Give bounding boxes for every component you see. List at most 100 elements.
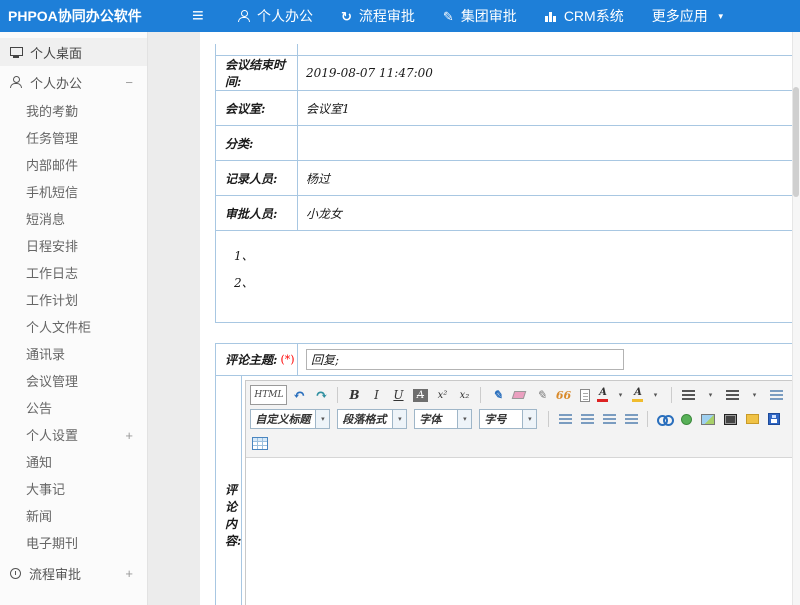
sidebar-item-work-log[interactable]: 工作日志 xyxy=(0,260,147,287)
anchor-button[interactable] xyxy=(676,409,696,429)
italic-button[interactable]: I xyxy=(366,385,386,405)
scrollbar-thumb[interactable] xyxy=(793,87,799,197)
nav-group-approval[interactable]: ✎ 集团审批 xyxy=(443,6,517,26)
nav-workflow-approval[interactable]: ↻ 流程审批 xyxy=(341,6,415,26)
insert-file-button[interactable] xyxy=(742,409,762,429)
pencil-icon[interactable]: ✎ xyxy=(531,385,551,405)
sidebar-item-label: 公告 xyxy=(26,395,52,422)
table-row: 记录人员: 杨过 xyxy=(215,161,793,196)
sidebar-item-internal-mail[interactable]: 内部邮件 xyxy=(0,152,147,179)
sidebar-item-personal-desktop[interactable]: 个人桌面 xyxy=(0,38,147,66)
unordered-list-caret-icon[interactable]: ▾ xyxy=(744,385,764,405)
insert-link-button[interactable] xyxy=(654,409,674,429)
nav-crm-system[interactable]: CRM系统 xyxy=(545,6,624,26)
ordered-list-button[interactable] xyxy=(678,385,698,405)
form-label: 记录人员: xyxy=(216,161,298,195)
menu-toggle-icon[interactable]: ≡ xyxy=(192,1,226,31)
toolbar-row-1: HTML ↶ ↷ B I U A x² x₂ xyxy=(250,383,800,407)
expand-icon[interactable]: + xyxy=(125,566,133,581)
heading-style-dropdown[interactable]: 自定义标题 ▾ xyxy=(250,409,330,429)
blockquote-icon[interactable]: 66 xyxy=(553,385,573,405)
link-icon xyxy=(657,414,671,424)
table-icon xyxy=(252,437,268,450)
sidebar-item-contacts[interactable]: 通讯录 xyxy=(0,341,147,368)
sidebar-item-meeting-management[interactable]: 会议管理 xyxy=(0,368,147,395)
format-painter-icon[interactable]: ✎ xyxy=(487,385,507,405)
clock-icon xyxy=(10,568,21,579)
sidebar-item-label: 通知 xyxy=(26,449,52,476)
sidebar-item-label: 新闻 xyxy=(26,503,52,530)
paragraph-format-dropdown[interactable]: 段落格式 ▾ xyxy=(337,409,407,429)
eraser-icon[interactable] xyxy=(509,385,529,405)
sidebar-item-personal-files[interactable]: 个人文件柜 xyxy=(0,314,147,341)
font-color-caret-icon[interactable]: ▾ xyxy=(610,385,630,405)
sidebar-item-task-management[interactable]: 任务管理 xyxy=(0,125,147,152)
expand-icon[interactable]: + xyxy=(125,422,133,449)
sidebar-item-announcement[interactable]: 公告 xyxy=(0,395,147,422)
indent-button[interactable] xyxy=(766,385,786,405)
nav-label: 流程审批 xyxy=(359,6,415,26)
comment-subject-input[interactable] xyxy=(306,349,624,370)
insert-media-button[interactable] xyxy=(720,409,740,429)
align-right-button[interactable] xyxy=(599,409,619,429)
sidebar-item-label: 我的考勤 xyxy=(26,98,78,125)
sidebar-item-milestones[interactable]: 大事记 xyxy=(0,476,147,503)
sidebar-item-work-plan[interactable]: 工作计划 xyxy=(0,287,147,314)
insert-image-button[interactable] xyxy=(698,409,718,429)
sidebar-item-e-journal[interactable]: 电子期刊 xyxy=(0,530,147,557)
superscript-button[interactable]: x² xyxy=(432,385,452,405)
toolbar-separator xyxy=(548,411,549,427)
sidebar-group-workflow-approval[interactable]: 流程审批 + xyxy=(0,557,147,589)
subscript-button[interactable]: x₂ xyxy=(454,385,474,405)
highlight-color-button[interactable]: A xyxy=(632,385,643,405)
strikethrough-button[interactable]: A xyxy=(413,389,428,402)
ordered-list-caret-icon[interactable]: ▾ xyxy=(700,385,720,405)
justify-button[interactable] xyxy=(621,409,641,429)
toolbar-separator xyxy=(647,411,648,427)
nav-personal-office[interactable]: 个人办公 xyxy=(238,6,313,26)
sidebar-item-notification[interactable]: 通知 xyxy=(0,449,147,476)
editor-toolbar: HTML ↶ ↷ B I U A x² x₂ xyxy=(246,381,800,458)
sidebar-item-label: 大事记 xyxy=(26,476,65,503)
sidebar-item-personal-settings[interactable]: 个人设置 + xyxy=(0,422,147,449)
form-label: 审批人员: xyxy=(216,196,298,230)
dropdown-label: 字体 xyxy=(415,411,445,427)
font-size-dropdown[interactable]: 字号 ▾ xyxy=(479,409,537,429)
sidebar-item-short-message[interactable]: 短消息 xyxy=(0,206,147,233)
color-bar xyxy=(632,399,643,402)
sidebar-item-label: 日程安排 xyxy=(26,233,78,260)
sidebar-group-personal-office[interactable]: 个人办公 − xyxy=(0,66,147,98)
sidebar-item-my-attendance[interactable]: 我的考勤 xyxy=(0,98,147,125)
align-left-button[interactable] xyxy=(555,409,575,429)
source-code-button[interactable]: HTML xyxy=(250,385,287,405)
undo-icon[interactable]: ↶ xyxy=(289,385,309,405)
align-center-button[interactable] xyxy=(577,409,597,429)
redo-icon[interactable]: ↷ xyxy=(311,385,331,405)
sidebar-item-news[interactable]: 新闻 xyxy=(0,503,147,530)
sidebar-item-schedule[interactable]: 日程安排 xyxy=(0,233,147,260)
app-logo[interactable]: PHPOA协同办公软件 xyxy=(0,6,192,26)
top-navigation: 个人办公 ↻ 流程审批 ✎ 集团审批 CRM系统 更多应用 ▼ xyxy=(238,6,725,26)
editor-content-area[interactable] xyxy=(246,458,800,605)
underline-button[interactable]: U xyxy=(388,385,408,405)
chevron-down-icon: ▾ xyxy=(392,410,406,428)
insert-table-button[interactable] xyxy=(250,433,270,453)
table-row-partial xyxy=(215,44,793,56)
form-value: 2019-08-07 11:47:00 xyxy=(298,56,792,90)
chevron-down-icon: ▾ xyxy=(522,410,536,428)
comment-content-row: 评论内容: HTML ↶ ↷ B I U xyxy=(215,376,793,605)
save-button[interactable] xyxy=(764,409,784,429)
align-left-icon xyxy=(559,414,572,424)
highlight-caret-icon[interactable]: ▾ xyxy=(645,385,665,405)
nav-more-apps[interactable]: 更多应用 ▼ xyxy=(652,6,725,26)
rich-text-editor: HTML ↶ ↷ B I U A x² x₂ xyxy=(245,380,800,605)
sidebar-item-sms[interactable]: 手机短信 xyxy=(0,179,147,206)
bold-button[interactable]: B xyxy=(344,385,364,405)
font-color-button[interactable]: A xyxy=(597,385,608,405)
collapse-icon[interactable]: − xyxy=(125,75,133,90)
vertical-scrollbar[interactable] xyxy=(792,32,800,605)
unordered-list-button[interactable] xyxy=(722,385,742,405)
table-row: 会议结束时间: 2019-08-07 11:47:00 xyxy=(215,56,793,91)
font-family-dropdown[interactable]: 字体 ▾ xyxy=(414,409,472,429)
paste-icon[interactable] xyxy=(575,385,595,405)
